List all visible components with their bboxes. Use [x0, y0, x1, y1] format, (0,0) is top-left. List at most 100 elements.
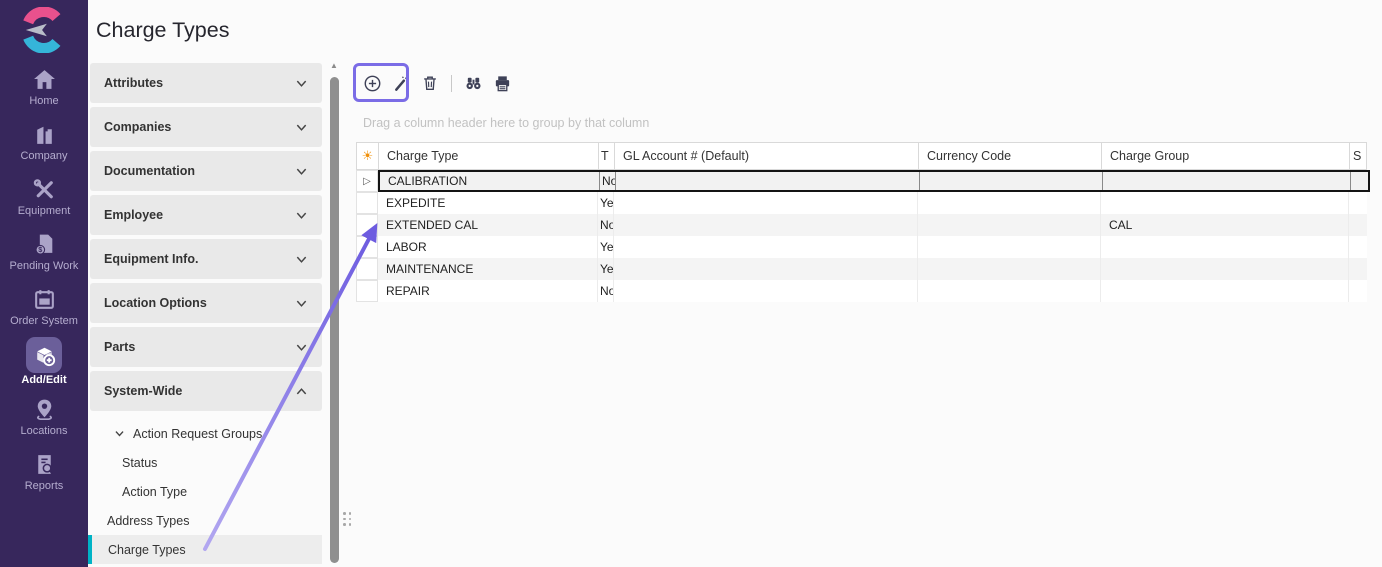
- cell-currency-code[interactable]: [918, 192, 1101, 214]
- subnav-item-action-type[interactable]: Action Type: [88, 477, 322, 506]
- cell-charge-group[interactable]: [1101, 236, 1349, 258]
- grid-row-extended-cal[interactable]: EXTENDED CAL No CAL: [356, 214, 1367, 236]
- cell-charge-type[interactable]: EXPEDITE: [378, 192, 598, 214]
- column-header-taxable[interactable]: T: [599, 143, 615, 169]
- charge-types-grid: ☀ Charge Type T GL Account # (Default) C…: [356, 142, 1367, 302]
- app-logo[interactable]: [21, 7, 67, 53]
- cell-currency-code[interactable]: [918, 214, 1101, 236]
- nav-item-locations[interactable]: Locations: [0, 392, 88, 447]
- subnav-item-status[interactable]: Status: [88, 448, 322, 477]
- company-icon: [32, 122, 57, 147]
- cell-charge-group[interactable]: [1101, 258, 1349, 280]
- subnav-label: Charge Types: [108, 543, 186, 557]
- cell-taxable[interactable]: No: [600, 172, 616, 190]
- page-title: Charge Types: [96, 18, 229, 43]
- row-indicator: [356, 236, 378, 258]
- grid-row-labor[interactable]: LABOR Yes: [356, 236, 1367, 258]
- section-system-wide[interactable]: System-Wide: [90, 371, 322, 411]
- scrollbar-thumb[interactable]: [330, 77, 339, 563]
- cell-charge-type[interactable]: MAINTENANCE: [378, 258, 598, 280]
- grid-row-expedite[interactable]: EXPEDITE Yes: [356, 192, 1367, 214]
- grid-row-maintenance[interactable]: MAINTENANCE Yes: [356, 258, 1367, 280]
- cell-s[interactable]: [1349, 236, 1366, 258]
- section-attributes[interactable]: Attributes: [90, 63, 322, 103]
- nav-item-home[interactable]: Home: [0, 62, 88, 117]
- nav-item-pending-work[interactable]: $ Pending Work: [0, 227, 88, 282]
- grid-row-calibration[interactable]: ▷ CALIBRATION No: [356, 170, 1367, 192]
- grid-header-row: ☀ Charge Type T GL Account # (Default) C…: [356, 142, 1367, 170]
- cell-charge-type[interactable]: CALIBRATION: [380, 172, 600, 190]
- subnav-item-action-request-groups[interactable]: Action Request Groups: [88, 419, 322, 448]
- nav-item-reports[interactable]: Reports: [0, 447, 88, 502]
- nav-item-equipment[interactable]: Equipment: [0, 172, 88, 227]
- cell-s[interactable]: [1349, 192, 1366, 214]
- add-button[interactable]: [362, 73, 382, 93]
- section-equipment-info[interactable]: Equipment Info.: [90, 239, 322, 279]
- subnav-item-address-types[interactable]: Address Types: [88, 506, 322, 535]
- cell-charge-group[interactable]: [1101, 192, 1349, 214]
- cell-s[interactable]: [1349, 280, 1366, 302]
- cell-currency-code[interactable]: [918, 258, 1101, 280]
- cell-gl-account[interactable]: [614, 236, 918, 258]
- section-location-options[interactable]: Location Options: [90, 283, 322, 323]
- cell-gl-account[interactable]: [614, 280, 918, 302]
- add-circle-icon: [363, 74, 382, 93]
- cell-gl-account[interactable]: [614, 214, 918, 236]
- section-label: System-Wide: [104, 384, 182, 398]
- delete-button[interactable]: [420, 73, 440, 93]
- section-documentation[interactable]: Documentation: [90, 151, 322, 191]
- cell-taxable[interactable]: Yes: [598, 258, 614, 280]
- print-button[interactable]: [492, 73, 512, 93]
- cell-gl-account[interactable]: [616, 172, 920, 190]
- sun-icon: ☀: [362, 148, 374, 164]
- cell-taxable[interactable]: Yes: [598, 192, 614, 214]
- chevron-down-icon: [295, 77, 308, 90]
- section-label: Location Options: [104, 296, 207, 310]
- cell-charge-type[interactable]: LABOR: [378, 236, 598, 258]
- grid-toolbar: [362, 73, 512, 93]
- cell-charge-group[interactable]: CAL: [1101, 214, 1349, 236]
- edit-button[interactable]: [391, 73, 411, 93]
- nav-item-company[interactable]: Company: [0, 117, 88, 172]
- scroll-up-icon[interactable]: ▲: [330, 61, 338, 70]
- section-label: Companies: [104, 120, 171, 134]
- column-header-currency-code[interactable]: Currency Code: [919, 143, 1102, 169]
- section-companies[interactable]: Companies: [90, 107, 322, 147]
- cell-taxable[interactable]: Yes: [598, 236, 614, 258]
- nav-label: Home: [29, 95, 58, 107]
- nav-item-add-edit[interactable]: Add/Edit: [0, 337, 88, 392]
- cell-charge-type[interactable]: EXTENDED CAL: [378, 214, 598, 236]
- cell-charge-group[interactable]: [1103, 172, 1351, 190]
- nav-label: Locations: [20, 425, 67, 437]
- cell-currency-code[interactable]: [918, 280, 1101, 302]
- cell-charge-group[interactable]: [1101, 280, 1349, 302]
- cell-currency-code[interactable]: [920, 172, 1103, 190]
- column-header-s[interactable]: S: [1350, 143, 1367, 169]
- section-label: Parts: [104, 340, 135, 354]
- chevron-down-icon: [114, 428, 125, 439]
- subnav-item-charge-types[interactable]: Charge Types: [88, 535, 322, 564]
- cell-s[interactable]: [1349, 258, 1366, 280]
- column-header-charge-group[interactable]: Charge Group: [1102, 143, 1350, 169]
- cell-gl-account[interactable]: [614, 192, 918, 214]
- column-header-gl-account[interactable]: GL Account # (Default): [615, 143, 919, 169]
- pending-work-icon: $: [32, 232, 57, 257]
- section-parts[interactable]: Parts: [90, 327, 322, 367]
- nav-item-order-system[interactable]: Order System: [0, 282, 88, 337]
- splitter-grip[interactable]: [343, 512, 352, 528]
- cell-taxable[interactable]: No: [598, 214, 614, 236]
- cell-currency-code[interactable]: [918, 236, 1101, 258]
- panel-scrollbar[interactable]: ▲: [329, 61, 341, 567]
- cell-s[interactable]: [1349, 214, 1366, 236]
- cell-taxable[interactable]: No: [598, 280, 614, 302]
- cell-gl-account[interactable]: [614, 258, 918, 280]
- cell-s[interactable]: [1351, 172, 1368, 190]
- cell-charge-type[interactable]: REPAIR: [378, 280, 598, 302]
- grid-row-repair[interactable]: REPAIR No: [356, 280, 1367, 302]
- chevron-down-icon: [295, 209, 308, 222]
- section-employee[interactable]: Employee: [90, 195, 322, 235]
- column-header-indicator[interactable]: ☀: [357, 143, 379, 169]
- column-header-charge-type[interactable]: Charge Type: [379, 143, 599, 169]
- section-label: Documentation: [104, 164, 195, 178]
- find-button[interactable]: [463, 73, 483, 93]
